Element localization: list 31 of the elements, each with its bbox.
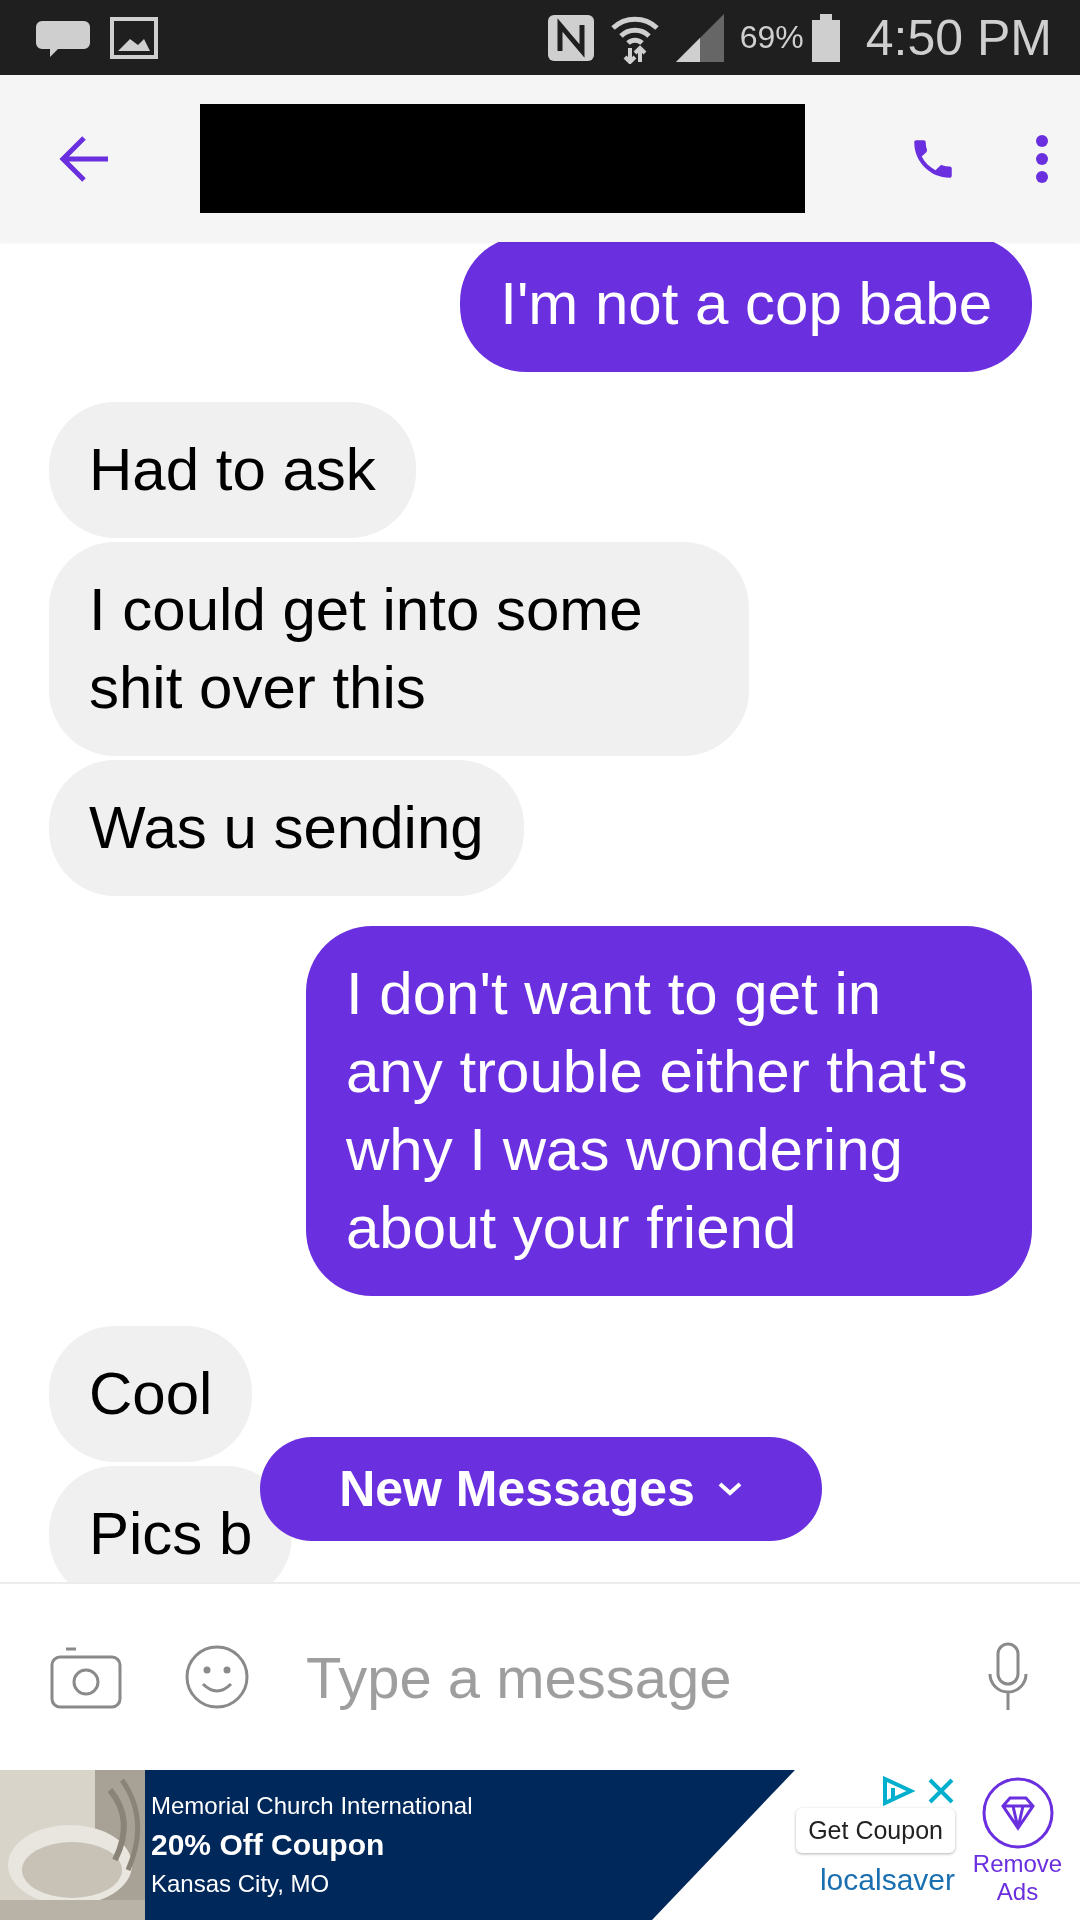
ad-headline: 20% Off Coupon [151,1828,386,1862]
sent-message: I don't want to get in any trouble either that's why I was wondering about your friend [306,926,1032,1296]
emoji-icon[interactable] [184,1644,250,1710]
received-message: Had to ask [49,402,416,538]
microphone-icon[interactable] [986,1642,1030,1712]
received-message: Was u sending [49,760,524,896]
nfc-icon [547,14,594,61]
back-arrow-icon[interactable] [58,133,110,184]
camera-icon[interactable] [50,1645,122,1709]
get-coupon-button[interactable]: Get Coupon [796,1808,955,1853]
sent-message: I'm not a cop babe [460,242,1032,372]
clock-time: 4:50 PM [865,8,1052,67]
battery-icon [811,13,840,62]
remove-ads-button[interactable]: Remove Ads [955,1770,1080,1920]
message-input[interactable]: Type a message [306,1643,986,1711]
ad-location: Kansas City, MO [151,1870,331,1898]
remove-ads-label: Remove Ads [971,1850,1064,1906]
new-messages-button[interactable]: New Messages [260,1437,822,1541]
image-icon [110,16,158,59]
ad-advertiser: Memorial Church International [151,1792,474,1820]
signal-icon [675,13,724,62]
ad-banner[interactable]: Memorial Church International 20% Off Coupon Kansas City, MO Get Coupon localsaver [0,1770,955,1920]
close-icon[interactable] [927,1777,955,1805]
received-message: Cool [49,1326,253,1462]
chevron-down-icon [716,1481,743,1497]
received-message: I could get into some shit over this [49,542,749,756]
brand-logo: localsaver [819,1863,955,1897]
received-message: Pics b [49,1466,293,1582]
battery-percent: 69% [739,19,804,56]
ad-choices-icon[interactable] [881,1776,915,1806]
more-options-icon[interactable] [1034,133,1050,184]
